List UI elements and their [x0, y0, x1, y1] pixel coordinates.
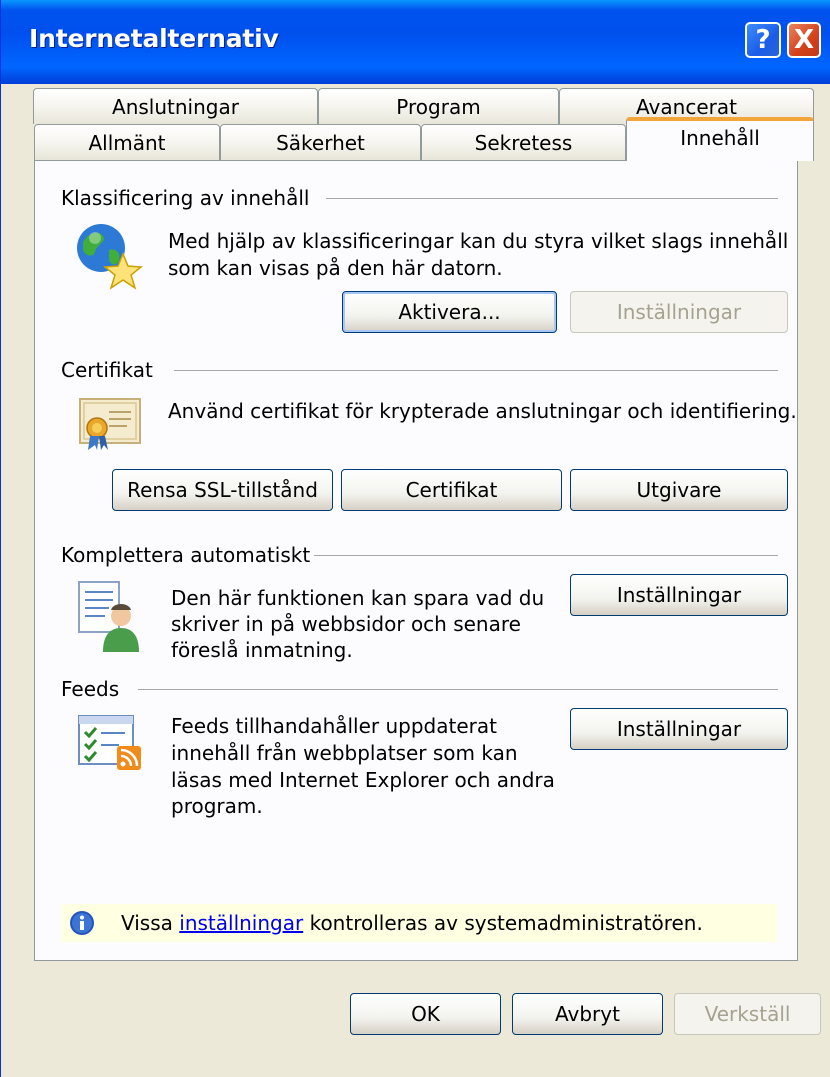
- settings-link[interactable]: inställningar: [179, 911, 303, 935]
- clear-ssl-state-button[interactable]: Rensa SSL-tillstånd: [112, 469, 333, 511]
- info-icon: [69, 910, 95, 936]
- tab-sekretess[interactable]: Sekretess: [421, 124, 626, 160]
- ok-button[interactable]: OK: [350, 993, 501, 1035]
- admin-info-text: Vissa inställningar kontrolleras av syst…: [121, 909, 703, 937]
- tab-panel-innehall: [34, 160, 798, 961]
- tab-anslutningar[interactable]: Anslutningar: [33, 88, 318, 124]
- publishers-button[interactable]: Utgivare: [570, 469, 788, 511]
- window-title: Internetalternativ: [29, 24, 279, 53]
- feeds-settings-button[interactable]: Inställningar: [570, 708, 788, 750]
- tab-sakerhet[interactable]: Säkerhet: [220, 124, 421, 160]
- tab-allmant[interactable]: Allmänt: [34, 124, 220, 160]
- autocomplete-settings-button[interactable]: Inställningar: [570, 574, 788, 616]
- tab-program[interactable]: Program: [318, 88, 559, 124]
- apply-button[interactable]: Verkställ: [674, 993, 821, 1035]
- dialog-window: Internetalternativ ? X Anslutningar Prog…: [0, 0, 830, 1077]
- admin-info-suffix: kontrolleras av systemadministratören.: [303, 911, 703, 935]
- cancel-button[interactable]: Avbryt: [512, 993, 663, 1035]
- tab-innehall[interactable]: Innehåll: [626, 117, 814, 161]
- help-button[interactable]: ?: [745, 22, 781, 58]
- enable-content-advisor-button[interactable]: Aktivera...: [342, 291, 557, 333]
- certificates-button[interactable]: Certifikat: [341, 469, 562, 511]
- close-button[interactable]: X: [787, 22, 821, 58]
- admin-info-prefix: Vissa: [121, 911, 180, 935]
- title-bar[interactable]: Internetalternativ ? X: [1, 0, 830, 84]
